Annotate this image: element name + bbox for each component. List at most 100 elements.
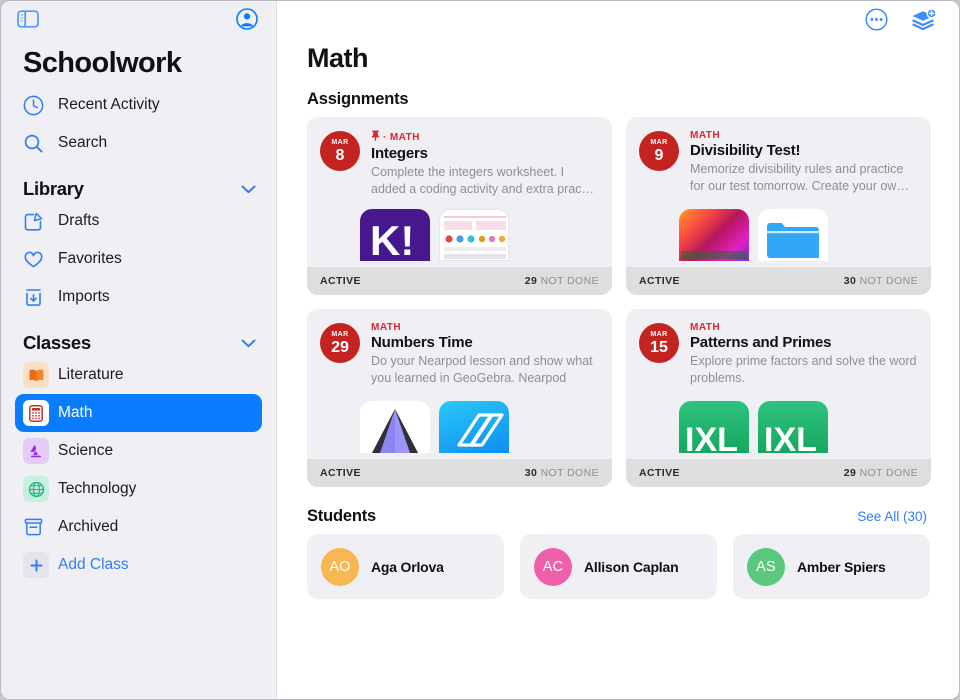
worksheet-document-thumbnail[interactable] xyxy=(439,209,509,261)
due-date-badge: MAR 15 xyxy=(639,323,679,363)
assignment-not-done: 30 NOT DONE xyxy=(844,275,918,287)
assignment-thumbnails: K! xyxy=(360,209,509,261)
sidebar-item-label: Drafts xyxy=(58,212,100,229)
sidebar-toggle-icon[interactable] xyxy=(17,10,39,28)
assignments-heading: Assignments xyxy=(307,90,409,108)
sidebar-item-favorites[interactable]: Favorites xyxy=(15,240,262,278)
assignment-status: ACTIVE xyxy=(639,275,680,287)
library-title: Library xyxy=(23,178,84,199)
search-icon xyxy=(23,133,49,154)
not-done-label: NOT DONE xyxy=(859,467,918,479)
microscope-icon xyxy=(23,438,49,464)
not-done-label: NOT DONE xyxy=(540,275,599,287)
nearpod-app-icon[interactable] xyxy=(439,401,509,453)
sidebar-item-archived[interactable]: Archived xyxy=(15,508,262,546)
due-day: 29 xyxy=(331,338,349,356)
svg-text:IXL: IXL xyxy=(685,421,738,453)
sidebar-item-label: Math xyxy=(58,404,93,421)
assignment-title: Divisibility Test! xyxy=(690,142,801,159)
assignment-not-done: 29 NOT DONE xyxy=(525,275,599,287)
student-card[interactable]: AO Aga Orlova xyxy=(307,534,504,599)
assignment-subject-row: · MATH xyxy=(371,130,599,144)
due-month: MAR xyxy=(650,138,668,146)
due-month: MAR xyxy=(650,330,668,338)
due-day: 9 xyxy=(654,146,664,164)
assignment-subject-row: MATH xyxy=(371,322,599,333)
classes-section-header[interactable]: Classes xyxy=(23,332,256,354)
sidebar: Schoolwork Recent Activity Search Librar… xyxy=(1,1,277,699)
ixl-app-icon[interactable]: IXL xyxy=(758,401,828,453)
assignment-card-body: MAR 9 MATH Divisibility Test! Memorize d… xyxy=(626,117,931,195)
calculator-icon xyxy=(23,400,49,426)
assignment-description: Explore prime factors and solve the word… xyxy=(690,354,917,385)
compose-icon xyxy=(23,211,49,232)
import-download-icon xyxy=(23,287,49,308)
library-section-header[interactable]: Library xyxy=(23,178,256,200)
sidebar-item-search[interactable]: Search xyxy=(15,124,262,162)
assignment-card-body: MAR 15 MATH Patterns and Primes Explore … xyxy=(626,309,931,387)
assignment-card-body: MAR 8 · MATH Integers Complete the integ… xyxy=(307,117,612,198)
heart-icon xyxy=(23,249,49,270)
calculator-icon-tile xyxy=(23,400,49,426)
chevron-down-icon[interactable] xyxy=(241,339,256,348)
sidebar-item-drafts[interactable]: Drafts xyxy=(15,202,262,240)
assignment-card-text: MATH Patterns and Primes Explore prime f… xyxy=(690,321,918,387)
assignment-card-text: MATH Numbers Time Do your Nearpod lesson… xyxy=(371,321,599,387)
assignment-not-done: 30 NOT DONE xyxy=(525,467,599,479)
assignment-card-body: MAR 29 MATH Numbers Time Do your Nearpod… xyxy=(307,309,612,387)
more-ellipsis-circle-icon[interactable] xyxy=(865,7,888,31)
student-card[interactable]: AC Allison Caplan xyxy=(520,534,717,599)
sidebar-item-label: Technology xyxy=(58,480,137,497)
assignment-not-done: 29 NOT DONE xyxy=(844,467,918,479)
stack-plus-icon[interactable] xyxy=(910,7,937,31)
not-done-label: NOT DONE xyxy=(859,275,918,287)
kahoot-app-icon[interactable]: K! xyxy=(360,209,430,261)
sidebar-item-math[interactable]: Math xyxy=(15,394,262,432)
sidebar-item-label: Science xyxy=(58,442,114,459)
geogebra-app-icon[interactable] xyxy=(360,401,430,453)
sidebar-item-label: Archived xyxy=(58,518,119,535)
add-class-button[interactable]: Add Class xyxy=(15,546,262,584)
students-grid: AO Aga Orlova AC Allison Caplan AS Amber… xyxy=(277,534,959,599)
assignment-subject: MATH xyxy=(690,130,721,141)
see-all-students-link[interactable]: See All (30) xyxy=(857,509,927,524)
assignment-subject: MATH xyxy=(371,322,402,333)
assignment-card[interactable]: MAR 9 MATH Divisibility Test! Memorize d… xyxy=(626,117,931,295)
assignment-thumbnails xyxy=(360,401,509,453)
sidebar-item-imports[interactable]: Imports xyxy=(15,278,262,316)
student-name: Allison Caplan xyxy=(584,558,679,575)
assignment-card[interactable]: MAR 29 MATH Numbers Time Do your Nearpod… xyxy=(307,309,612,487)
main-topbar xyxy=(277,1,959,37)
svg-text:K!: K! xyxy=(370,217,414,261)
assignment-card[interactable]: MAR 8 · MATH Integers Complete the integ… xyxy=(307,117,612,295)
assignment-card-footer: ACTIVE 29 NOT DONE xyxy=(626,459,931,487)
gradient-app-icon[interactable] xyxy=(679,209,749,261)
assignment-card[interactable]: MAR 15 MATH Patterns and Primes Explore … xyxy=(626,309,931,487)
due-date-badge: MAR 8 xyxy=(320,131,360,171)
assignment-card-footer: ACTIVE 29 NOT DONE xyxy=(307,267,612,295)
student-card[interactable]: AS Amber Spiers xyxy=(733,534,930,599)
ixl-app-icon[interactable]: IXL xyxy=(679,401,749,453)
sidebar-item-recent-activity[interactable]: Recent Activity xyxy=(15,86,262,124)
assignment-subject-row: MATH xyxy=(690,322,918,333)
assignment-card-text: MATH Divisibility Test! Memorize divisib… xyxy=(690,129,918,195)
globe-icon xyxy=(23,476,49,502)
book-icon-tile xyxy=(23,362,49,388)
due-month: MAR xyxy=(331,138,349,146)
plus-icon xyxy=(23,552,49,578)
assignment-subject: MATH xyxy=(690,322,721,333)
assignment-status: ACTIVE xyxy=(320,467,361,479)
assignment-title: Integers xyxy=(371,145,428,162)
sidebar-item-label: Literature xyxy=(58,366,124,383)
chevron-down-icon[interactable] xyxy=(241,185,256,194)
globe-icon-tile xyxy=(23,476,49,502)
sidebar-item-technology[interactable]: Technology xyxy=(15,470,262,508)
due-date-badge: MAR 29 xyxy=(320,323,360,363)
files-folder-icon[interactable] xyxy=(758,209,828,261)
due-date-badge: MAR 9 xyxy=(639,131,679,171)
sidebar-item-literature[interactable]: Literature xyxy=(15,356,262,394)
sidebar-item-science[interactable]: Science xyxy=(15,432,262,470)
account-circle-icon[interactable] xyxy=(236,8,258,30)
classes-title: Classes xyxy=(23,332,91,353)
assignment-title: Numbers Time xyxy=(371,334,473,351)
